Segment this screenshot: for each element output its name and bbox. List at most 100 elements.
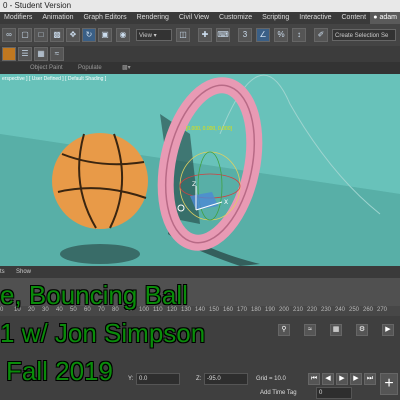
pivot-icon[interactable]: ◫	[176, 28, 190, 42]
scale-icon[interactable]: ▣	[98, 28, 112, 42]
ribbon-options-icon[interactable]: ▩▾	[122, 62, 131, 74]
ruler-tick: 80	[112, 307, 119, 313]
menu-item-content[interactable]: Content	[338, 12, 371, 24]
ruler-tick: 170	[237, 307, 248, 313]
status-bar: ⚲ ≈ ▦ ⚙ ▶ Y: 0.0 Z: -95.0 Grid = 10.0 Ad…	[0, 316, 400, 400]
ruler-tick: 50	[70, 307, 77, 313]
window-crossing-icon[interactable]: ▩	[50, 28, 64, 42]
keyboard-shortcut-icon[interactable]: ⌨	[216, 28, 230, 42]
ruler-tick: 10	[14, 307, 21, 313]
ruler-tick: 240	[335, 307, 346, 313]
filter-icon[interactable]: ⚙	[356, 324, 368, 336]
y-coordinate-field[interactable]: 0.0	[136, 373, 180, 385]
curve-editor-icon[interactable]: ≈	[50, 47, 64, 61]
snaps-toggle-icon[interactable]: 3	[238, 28, 252, 42]
reference-coordinate-dropdown[interactable]: View ▾	[136, 29, 172, 41]
gizmo-x-label: X	[224, 199, 228, 206]
rotate-icon[interactable]: ↻	[82, 28, 96, 42]
tab-populate[interactable]: Populate	[78, 62, 102, 74]
ruler-tick: 190	[265, 307, 276, 313]
y-label: Y:	[128, 376, 134, 382]
perspective-viewport[interactable]: Z X erspective ] [ User Defined ] [ Defa…	[0, 74, 400, 266]
tab-object-paint[interactable]: Object Paint	[30, 62, 63, 74]
timeline-header: ts Show	[0, 266, 400, 278]
current-frame-field[interactable]: 0	[316, 387, 352, 399]
ruler-tick: 230	[321, 307, 332, 313]
layer-explorer-icon[interactable]: ☰	[18, 47, 32, 61]
curve-editor-mini-icon[interactable]: ≈	[304, 324, 316, 336]
toggle-ribbon-icon[interactable]: ▦	[34, 47, 48, 61]
reference-coordinate-value: View	[139, 33, 152, 39]
ruler-tick: 120	[167, 307, 178, 313]
menu-item-animation[interactable]: Animation	[38, 12, 77, 24]
ruler-tick: 110	[153, 307, 163, 313]
add-time-tag[interactable]: Add Time Tag	[260, 390, 297, 396]
user-account[interactable]: ● adam	[370, 12, 400, 24]
time-ruler[interactable]: 0 10 20 30 40 50 60 70 80 90 100 110 120…	[0, 306, 400, 316]
select-manipulate-icon[interactable]: ✚	[198, 28, 212, 42]
play-icon[interactable]: ▶	[336, 373, 348, 385]
key-icon[interactable]: ⚲	[278, 324, 290, 336]
link-icon[interactable]: ∞	[2, 28, 16, 42]
dope-sheet-icon[interactable]: ▦	[330, 324, 342, 336]
menu-item-civil-view[interactable]: Civil View	[175, 12, 213, 24]
ruler-tick: 210	[293, 307, 304, 313]
gizmo-z-label: Z	[192, 181, 196, 188]
grid-size: Grid = 10.0	[256, 376, 286, 382]
tracks-label[interactable]: ts	[0, 266, 5, 278]
next-frame-icon[interactable]: ▶	[350, 373, 362, 385]
menu-bar: Modifiers Animation Graph Editors Render…	[0, 12, 400, 24]
expand-icon[interactable]: ▶	[382, 324, 394, 336]
timeline-area[interactable]	[0, 278, 400, 306]
edit-named-selection-icon[interactable]: ✐	[314, 28, 328, 42]
ruler-tick: 30	[42, 307, 49, 313]
select-object-icon[interactable]: ▢	[18, 28, 32, 42]
viewport-label[interactable]: erspective ] [ User Defined ] [ Default …	[2, 76, 106, 82]
ruler-tick: 250	[349, 307, 360, 313]
basketball[interactable]	[52, 133, 148, 229]
menu-item-customize[interactable]: Customize	[215, 12, 256, 24]
move-icon[interactable]: ✥	[66, 28, 80, 42]
go-to-start-icon[interactable]: ⏮	[308, 373, 320, 385]
gizmo-coordinates: [0.000, 0.000, 0.000]	[186, 126, 232, 132]
menu-item-graph-editors[interactable]: Graph Editors	[79, 12, 130, 24]
percent-snap-icon[interactable]: %	[274, 28, 288, 42]
ruler-tick: 180	[251, 307, 262, 313]
ruler-tick: 130	[181, 307, 192, 313]
ruler-tick: 90	[126, 307, 133, 313]
z-label: Z:	[196, 376, 202, 382]
ruler-tick: 260	[363, 307, 374, 313]
viewport-scene: Z X	[0, 74, 400, 266]
ruler-tick: 150	[209, 307, 220, 313]
menu-item-rendering[interactable]: Rendering	[133, 12, 173, 24]
title-bar: 0 - Student Version	[0, 0, 400, 12]
ball-shadow	[60, 244, 140, 264]
ruler-tick: 220	[307, 307, 318, 313]
ruler-tick: 140	[195, 307, 206, 313]
user-name: adam	[379, 14, 397, 21]
spinner-snap-icon[interactable]: ↕	[292, 28, 306, 42]
create-selection-set-dropdown[interactable]: Create Selection Se	[332, 29, 396, 41]
previous-frame-icon[interactable]: ◀	[322, 373, 334, 385]
menu-item-scripting[interactable]: Scripting	[258, 12, 293, 24]
place-icon[interactable]: ◉	[116, 28, 130, 42]
ruler-tick: 40	[56, 307, 63, 313]
go-to-end-icon[interactable]: ⏭	[364, 373, 376, 385]
angle-snap-icon[interactable]: ∠	[256, 28, 270, 42]
z-coordinate-field[interactable]: -95.0	[204, 373, 248, 385]
ruler-tick: 20	[28, 307, 35, 313]
selection-set-value: Create Selection Se	[335, 33, 389, 39]
add-key-icon[interactable]: +	[380, 373, 398, 395]
select-region-icon[interactable]: □	[34, 28, 48, 42]
ribbon: Object Paint Populate ▩▾	[0, 62, 400, 74]
show-label[interactable]: Show	[16, 266, 31, 278]
ruler-tick: 200	[279, 307, 290, 313]
ruler-tick: 270	[377, 307, 388, 313]
window-title: 0 - Student Version	[3, 1, 72, 10]
ruler-tick: 0	[0, 307, 4, 313]
user-icon: ●	[373, 14, 378, 21]
menu-item-modifiers[interactable]: Modifiers	[0, 12, 36, 24]
menu-item-interactive[interactable]: Interactive	[295, 12, 335, 24]
ruler-tick: 60	[84, 307, 91, 313]
scene-explorer-icon[interactable]	[2, 47, 16, 61]
